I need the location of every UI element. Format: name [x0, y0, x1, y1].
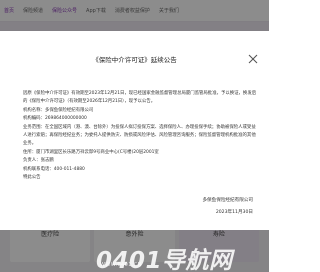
body-line-manager: 负责人：张志鹏 — [23, 158, 54, 164]
body-intro: 因原《保险中介许可证》有效期至2023年12月21日，现已经国家金融监督管理总局… — [23, 91, 257, 105]
modal-title: 《保险中介许可证》延续公告 — [92, 56, 177, 64]
body-line-code: 机构编码：269864000000000 — [23, 116, 87, 122]
watermark-url: WWW.0401.CN — [100, 262, 142, 268]
close-icon — [248, 54, 258, 64]
signature-company: 多保鱼保险经纪有限公司 — [202, 198, 253, 203]
signature-date: 2023年11月30日 — [215, 210, 253, 215]
body-line-scope: 业务范围：在全国区域内（港、澳、台除外）为投保人拟订投保方案、选择保险人、办理投… — [23, 124, 256, 147]
announcement-modal: 《保险中介许可证》延续公告 因原《保险中介许可证》有效期至2023年12月21日… — [0, 31, 269, 230]
body-line-name: 机构名称：多保鱼保险经纪有限公司 — [23, 107, 94, 113]
close-button[interactable] — [247, 53, 259, 65]
body-line-address: 住所：厦门市湖里区长乐路万祥云邸9号商业中心(C号楼)20层2001室 — [23, 149, 159, 155]
body-line-phone: 机构联系电话：400-011-4880 — [23, 166, 85, 172]
modal-body: 因原《保险中介许可证》有效期至2023年12月21日，现已经国家金融监督管理总局… — [14, 90, 258, 182]
body-line-closing: 特此公告 — [23, 175, 41, 181]
